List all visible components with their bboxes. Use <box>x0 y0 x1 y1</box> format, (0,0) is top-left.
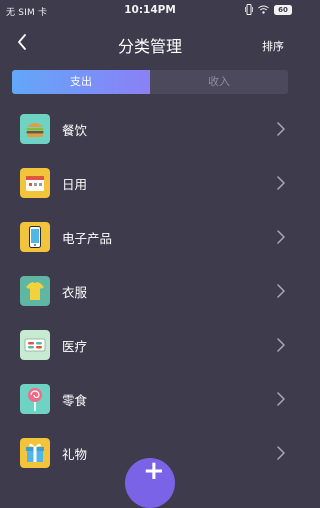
chevron-right-icon <box>277 392 285 406</box>
phone-icon <box>20 222 50 252</box>
category-row-dining[interactable]: 餐饮 <box>0 102 300 156</box>
tab-expense[interactable]: 支出 <box>12 70 150 94</box>
sort-button[interactable]: 排序 <box>262 38 284 54</box>
category-label: 电子产品 <box>62 231 113 246</box>
lollipop-icon <box>20 384 50 414</box>
medicine-icon <box>20 330 50 360</box>
wifi-icon <box>258 5 269 14</box>
gift-icon <box>20 438 50 468</box>
chevron-right-icon <box>277 338 285 352</box>
category-label: 礼物 <box>62 447 88 462</box>
tab-income[interactable]: 收入 <box>150 70 288 94</box>
category-label: 医疗 <box>62 339 88 354</box>
status-icons: 60 <box>245 4 292 15</box>
page-title: 分类管理 <box>117 37 182 56</box>
status-bar: 无 SIM 卡 10:14PM 60 <box>0 0 300 22</box>
category-list: 餐饮 日用 电子产品 衣服 医疗 零食 礼物 <box>0 102 300 480</box>
chevron-right-icon <box>277 176 285 190</box>
chevron-right-icon <box>277 284 285 298</box>
category-row-electronics[interactable]: 电子产品 <box>0 210 300 264</box>
category-label: 日用 <box>62 177 88 192</box>
category-row-snacks[interactable]: 零食 <box>0 372 300 426</box>
nav-bar: 分类管理 排序 <box>0 26 300 66</box>
category-row-clothes[interactable]: 衣服 <box>0 264 300 318</box>
category-label: 餐饮 <box>62 123 88 138</box>
category-row-daily[interactable]: 日用 <box>0 156 300 210</box>
category-label: 衣服 <box>62 285 88 300</box>
burger-icon <box>20 114 50 144</box>
chevron-right-icon <box>277 446 285 460</box>
plus-icon: + <box>143 456 165 486</box>
calendar-icon <box>20 168 50 198</box>
battery-icon: 60 <box>274 4 292 15</box>
add-category-button[interactable]: + <box>125 456 175 508</box>
vibrate-icon <box>245 4 253 15</box>
chevron-right-icon <box>277 230 285 244</box>
type-tabs: 支出 收入 <box>12 70 288 94</box>
tshirt-icon <box>20 276 50 306</box>
chevron-right-icon <box>277 122 285 136</box>
category-label: 零食 <box>62 393 88 408</box>
category-row-medical[interactable]: 医疗 <box>0 318 300 372</box>
